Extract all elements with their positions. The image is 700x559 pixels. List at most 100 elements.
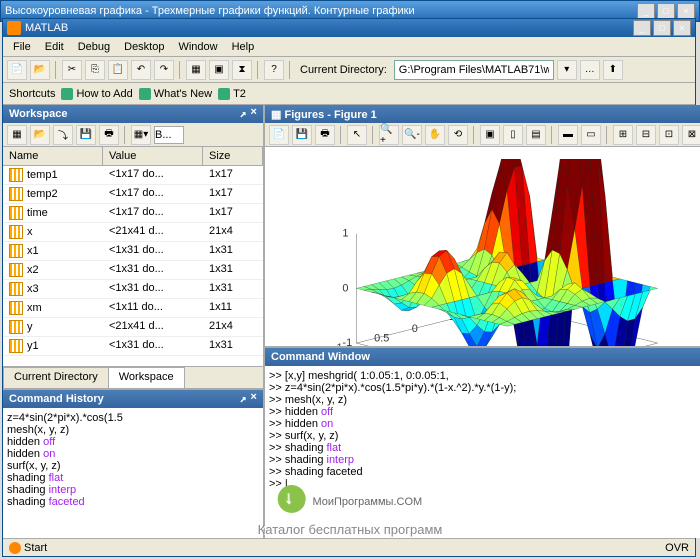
ovr-indicator: OVR bbox=[665, 542, 689, 554]
layout2-button[interactable]: ▭ bbox=[581, 125, 601, 145]
current-directory-input[interactable] bbox=[394, 60, 554, 80]
colorbar-button[interactable]: ▯ bbox=[503, 125, 523, 145]
table-row[interactable]: y1<1x31 do...1x31 bbox=[3, 337, 263, 356]
shortcut-t2[interactable]: T2 bbox=[218, 88, 246, 100]
subplot4-button[interactable]: ⊠ bbox=[682, 125, 700, 145]
cut-button[interactable]: ✂ bbox=[62, 60, 82, 80]
table-row[interactable]: temp2<1x17 do...1x17 bbox=[3, 185, 263, 204]
matlab-maximize-button[interactable]: □ bbox=[653, 20, 671, 36]
panel-close-button[interactable]: × bbox=[250, 107, 257, 121]
history-line[interactable]: shading flat bbox=[7, 472, 259, 484]
history-line[interactable]: hidden off bbox=[7, 436, 259, 448]
shortcut-whats-new[interactable]: What's New bbox=[139, 88, 212, 100]
history-body[interactable]: z=4*sin(2*pi*x).*cos(1.5mesh(x, y, z)hid… bbox=[3, 408, 263, 538]
pointer-button[interactable]: ↖ bbox=[347, 125, 367, 145]
dir-dropdown-button[interactable]: ▾ bbox=[557, 60, 577, 80]
matlab-minimize-button[interactable]: _ bbox=[633, 20, 651, 36]
os-close-button[interactable]: × bbox=[677, 3, 695, 19]
pan-button[interactable]: ✋ bbox=[425, 125, 445, 145]
zoom-out-button[interactable]: 🔍- bbox=[402, 125, 422, 145]
redo-button[interactable]: ↷ bbox=[154, 60, 174, 80]
history-line[interactable]: mesh(x, y, z) bbox=[7, 424, 259, 436]
history-line[interactable]: shading faceted bbox=[7, 496, 259, 508]
menu-desktop[interactable]: Desktop bbox=[118, 39, 170, 55]
matlab-close-button[interactable]: × bbox=[673, 20, 691, 36]
shortcut-how-to-add[interactable]: How to Add bbox=[61, 88, 132, 100]
table-row[interactable]: x1<1x31 do...1x31 bbox=[3, 242, 263, 261]
subplot3-button[interactable]: ⊡ bbox=[659, 125, 679, 145]
tab-workspace[interactable]: Workspace bbox=[108, 367, 185, 388]
table-row[interactable]: xm<1x11 do...1x11 bbox=[3, 299, 263, 318]
panel-close-button[interactable]: × bbox=[250, 392, 257, 406]
tab-current-directory[interactable]: Current Directory bbox=[3, 367, 109, 388]
history-line[interactable]: surf(x, y, z) bbox=[7, 460, 259, 472]
table-row[interactable]: x2<1x31 do...1x31 bbox=[3, 261, 263, 280]
save-figure-button[interactable]: 💾 bbox=[292, 125, 312, 145]
base-input[interactable] bbox=[154, 126, 184, 144]
menu-debug[interactable]: Debug bbox=[72, 39, 116, 55]
new-file-button[interactable]: 📄 bbox=[7, 60, 27, 80]
shortcut-icon bbox=[218, 88, 230, 100]
open-var-button[interactable]: 📂 bbox=[30, 125, 50, 145]
copy-button[interactable]: ⎘ bbox=[85, 60, 105, 80]
table-row[interactable]: time<1x17 do...1x17 bbox=[3, 204, 263, 223]
panel-undock-button[interactable]: ↗ bbox=[240, 107, 247, 121]
workspace-table[interactable]: Name Value Size temp1<1x17 do...1x17temp… bbox=[3, 147, 263, 366]
command-window-body[interactable]: >> [x,y] meshgrid( 1:0.05:1, 0:0.05:1,>>… bbox=[265, 366, 700, 538]
table-row[interactable]: x3<1x31 do...1x31 bbox=[3, 280, 263, 299]
menu-edit[interactable]: Edit bbox=[39, 39, 70, 55]
menu-window[interactable]: Window bbox=[172, 39, 223, 55]
start-button[interactable]: Start bbox=[9, 542, 47, 554]
up-dir-button[interactable]: ⬆ bbox=[603, 60, 623, 80]
os-minimize-button[interactable]: _ bbox=[637, 3, 655, 19]
menubar: File Edit Debug Desktop Window Help bbox=[3, 37, 695, 57]
history-line[interactable]: hidden on bbox=[7, 448, 259, 460]
open-file-button[interactable]: 📂 bbox=[30, 60, 50, 80]
simulink-button[interactable]: ▦ bbox=[186, 60, 206, 80]
command-window-header: Command Window ↗× bbox=[265, 348, 700, 366]
save-ws-button[interactable]: 💾 bbox=[76, 125, 96, 145]
variable-icon bbox=[9, 301, 23, 315]
layout1-button[interactable]: ▬ bbox=[558, 125, 578, 145]
browse-button[interactable]: … bbox=[580, 60, 600, 80]
matlab-title: MATLAB bbox=[25, 22, 68, 34]
paste-button[interactable]: 📋 bbox=[108, 60, 128, 80]
os-maximize-button[interactable]: □ bbox=[657, 3, 675, 19]
rotate3d-button[interactable]: ⟲ bbox=[448, 125, 468, 145]
print-button[interactable]: 🖶 bbox=[99, 125, 119, 145]
menu-file[interactable]: File bbox=[7, 39, 37, 55]
table-row[interactable]: x<21x41 d...21x4 bbox=[3, 223, 263, 242]
print-figure-button[interactable]: 🖶 bbox=[315, 125, 335, 145]
matlab-window: MATLAB _ □ × File Edit Debug Desktop Win… bbox=[2, 18, 696, 557]
subplot1-button[interactable]: ⊞ bbox=[613, 125, 633, 145]
matlab-icon bbox=[7, 21, 21, 35]
table-row[interactable]: y<21x41 d...21x4 bbox=[3, 318, 263, 337]
col-size-header[interactable]: Size bbox=[203, 147, 263, 165]
variable-icon bbox=[9, 225, 23, 239]
guide-button[interactable]: ▣ bbox=[209, 60, 229, 80]
history-line[interactable]: z=4*sin(2*pi*x).*cos(1.5 bbox=[7, 412, 259, 424]
profiler-button[interactable]: ⧗ bbox=[232, 60, 252, 80]
surface-plot: -101-1-0.500.51-1-0.500.51 bbox=[275, 159, 700, 346]
os-title: Высокоуровневая графика - Трехмерные гра… bbox=[5, 5, 637, 17]
figure-icon: ▦ bbox=[271, 109, 281, 121]
plot-type-button[interactable]: ▦▾ bbox=[131, 125, 151, 145]
datacursor-button[interactable]: ▣ bbox=[480, 125, 500, 145]
help-button[interactable]: ? bbox=[264, 60, 284, 80]
workspace-toolbar: ▦ 📂 ⤵ 💾 🖶 ▦▾ bbox=[3, 123, 263, 147]
table-row[interactable]: temp1<1x17 do...1x17 bbox=[3, 166, 263, 185]
subplot2-button[interactable]: ⊟ bbox=[636, 125, 656, 145]
undo-button[interactable]: ↶ bbox=[131, 60, 151, 80]
col-name-header[interactable]: Name bbox=[3, 147, 103, 165]
new-figure-button[interactable]: 📄 bbox=[269, 125, 289, 145]
new-var-button[interactable]: ▦ bbox=[7, 125, 27, 145]
zoom-in-button[interactable]: 🔍+ bbox=[379, 125, 399, 145]
import-button[interactable]: ⤵ bbox=[53, 125, 73, 145]
panel-undock-button[interactable]: ↗ bbox=[240, 392, 247, 406]
legend-button[interactable]: ▤ bbox=[526, 125, 546, 145]
history-line[interactable]: shading interp bbox=[7, 484, 259, 496]
main-toolbar: 📄 📂 ✂ ⎘ 📋 ↶ ↷ ▦ ▣ ⧗ ? Current Directory:… bbox=[3, 57, 695, 83]
col-value-header[interactable]: Value bbox=[103, 147, 203, 165]
figure-canvas[interactable]: -101-1-0.500.51-1-0.500.51 bbox=[265, 147, 700, 346]
menu-help[interactable]: Help bbox=[226, 39, 261, 55]
